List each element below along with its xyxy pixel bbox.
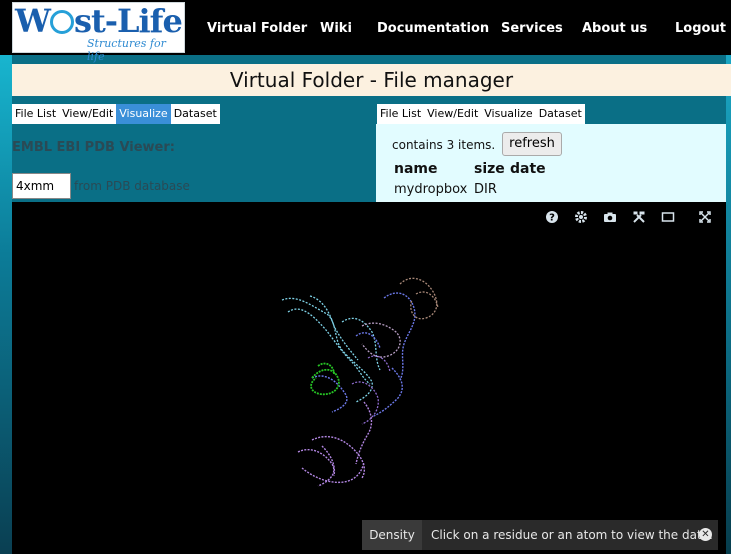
pdb-id-input[interactable] xyxy=(12,173,71,199)
left-tab-dataset[interactable]: Dataset xyxy=(170,104,220,124)
page-title: Virtual Folder - File manager xyxy=(12,64,731,96)
right-tab-view-edit[interactable]: View/Edit xyxy=(424,104,482,124)
left-tab-view-edit[interactable]: View/Edit xyxy=(59,104,117,124)
logo-tagline: Structures for life xyxy=(87,37,166,63)
right-tab-bar: File List View/Edit Visualize Dataset xyxy=(377,104,585,124)
nav-virtual-folder[interactable]: Virtual Folder xyxy=(207,21,307,36)
logo-wordmark: Wst-Life xyxy=(15,2,183,40)
viewer-heading: EMBL EBI PDB Viewer: xyxy=(12,140,175,155)
file-row-size: DIR xyxy=(474,182,497,197)
density-button[interactable]: Density xyxy=(362,520,422,550)
nav-logout[interactable]: Logout xyxy=(675,21,726,36)
background-right xyxy=(726,55,731,554)
left-tab-file-list[interactable]: File List xyxy=(12,104,60,124)
column-header-date[interactable]: date xyxy=(510,161,546,177)
nav-wiki[interactable]: Wiki xyxy=(320,21,352,36)
left-tab-bar: File List View/Edit Visualize Dataset xyxy=(12,104,220,124)
west-life-logo[interactable]: Wst-Life Structures for life xyxy=(12,2,185,63)
right-tab-dataset[interactable]: Dataset xyxy=(535,104,585,124)
chain-purple xyxy=(297,401,373,487)
chain-green xyxy=(310,362,340,396)
chain-lavender xyxy=(361,322,401,358)
right-tab-visualize[interactable]: Visualize xyxy=(481,104,536,124)
status-bar: Density Click on a residue or an atom to… xyxy=(362,520,718,550)
column-header-size[interactable]: size xyxy=(474,161,505,177)
status-message: Click on a residue or an atom to view th… xyxy=(431,528,713,542)
column-header-name[interactable]: name xyxy=(394,161,438,177)
nav-documentation[interactable]: Documentation xyxy=(377,21,489,36)
nav-about-us[interactable]: About us xyxy=(582,21,647,36)
molecule-viewer-canvas[interactable]: ? Density Click on a residue or an atom … xyxy=(12,202,726,554)
pdb-source-label: from PDB database xyxy=(74,179,190,193)
file-row-name[interactable]: mydropbox xyxy=(394,182,467,197)
refresh-button[interactable]: refresh xyxy=(502,132,562,156)
logo-globe-icon xyxy=(49,10,74,34)
close-icon[interactable]: ✕ xyxy=(699,528,712,541)
chain-brown xyxy=(399,277,439,320)
protein-structure-render xyxy=(281,277,439,487)
item-count-text: contains 3 items. xyxy=(392,138,496,152)
file-list-panel: contains 3 items. refresh name size date… xyxy=(376,124,726,202)
right-tab-file-list[interactable]: File List xyxy=(377,104,425,124)
nav-services[interactable]: Services xyxy=(501,21,563,36)
navbar: Wst-Life Structures for life Virtual Fol… xyxy=(0,0,731,63)
left-tab-visualize[interactable]: Visualize xyxy=(116,104,171,124)
background-left xyxy=(0,55,12,554)
